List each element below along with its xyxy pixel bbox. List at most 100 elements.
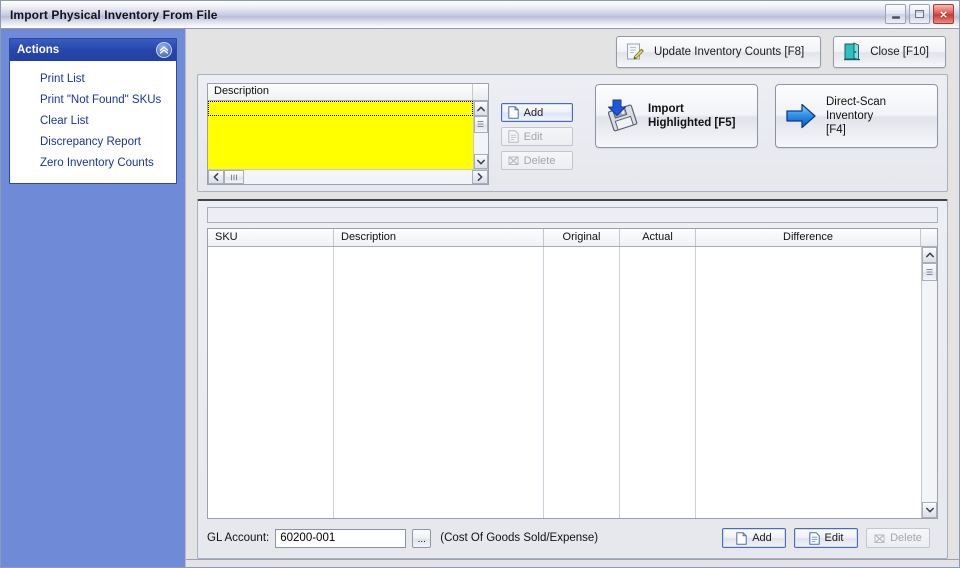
window-footer [186,559,959,567]
import-highlighted-line2: Highlighted [F5] [648,117,736,129]
inventory-column-actual[interactable] [620,247,696,518]
inventory-scroll-track[interactable] [922,281,937,502]
description-horizontal-scrollbar[interactable] [208,169,488,184]
import-highlighted-label: Import Highlighted [F5] [648,102,736,130]
inventory-column-description[interactable] [334,247,544,518]
description-grid-rows[interactable] [208,101,473,169]
import-highlighted-button[interactable]: Import Highlighted [F5] [595,84,758,148]
inventory-add-button[interactable]: Add [722,528,786,548]
import-action-buttons: Import Highlighted [F5] Direct-Scan Inve… [595,84,938,148]
inventory-vertical-scrollbar[interactable] [921,247,937,518]
inventory-column-sku[interactable] [208,247,334,518]
scroll-right-icon[interactable] [471,170,488,184]
description-scroll-track[interactable] [473,133,488,154]
inventory-edit-button[interactable]: Edit [794,528,858,548]
inventory-filter-bar[interactable] [207,207,938,223]
description-add-button[interactable]: Add [500,103,573,122]
description-delete-label: Delete [523,154,556,167]
screenshot-root: Import Physical Inventory From File × Ac… [0,0,960,568]
exit-door-icon [844,42,861,61]
description-grid-header: Description [208,84,488,101]
description-grid[interactable]: Description [207,83,489,185]
import-highlighted-line1: Import [648,103,684,115]
sidebar-item-print-list[interactable]: Print List [10,69,176,90]
gl-account-browse-button[interactable]: ... [412,528,432,548]
inventory-table-columns [208,247,921,518]
direct-scan-inventory-label: Direct-Scan Inventory [F4] [826,95,929,137]
inventory-table-header-corner [921,229,937,246]
column-header-sku[interactable]: SKU [208,229,334,246]
update-inventory-counts-button[interactable]: Update Inventory Counts [F8] [615,35,822,68]
maximize-button[interactable] [909,4,930,24]
window-controls: × [885,4,954,24]
new-document-icon [736,531,747,545]
close-dialog-label: Close [F10] [870,45,929,58]
description-column-header[interactable]: Description [208,84,473,100]
sidebar-item-print-not-found-skus[interactable]: Print "Not Found" SKUs [10,90,176,111]
description-edit-button[interactable]: Edit [500,127,573,146]
inventory-delete-label: Delete [890,532,922,544]
new-document-icon [507,106,519,119]
description-add-label: Add [523,106,544,119]
column-header-description[interactable]: Description [334,229,544,246]
inventory-delete-button[interactable]: Delete [866,528,930,548]
gl-account-input[interactable] [275,528,407,548]
inventory-scroll-down-icon[interactable] [922,502,937,518]
description-scroll-thumb[interactable] [473,116,488,133]
edit-document-icon [808,531,820,545]
inventory-column-difference[interactable] [696,247,921,518]
maximize-icon [915,10,924,18]
gl-account-label: GL Account: [207,532,270,544]
minimize-button[interactable] [885,4,906,24]
sidebar-item-zero-inventory-counts[interactable]: Zero Inventory Counts [10,153,176,174]
description-selected-row[interactable] [208,101,473,116]
chevron-double-up-icon[interactable] [156,42,172,58]
inventory-add-label: Add [752,532,772,544]
sidebar-item-discrepancy-report[interactable]: Discrepancy Report [10,132,176,153]
gl-account-toolbar: GL Account: ... (Cost Of Goods Sold/Expe… [207,525,938,551]
blue-right-arrow-icon [786,103,816,129]
inventory-scroll-thumb[interactable] [922,263,937,281]
application-window: Import Physical Inventory From File × Ac… [0,0,960,568]
description-edit-label: Edit [523,130,543,143]
floppy-import-icon [607,99,638,132]
scroll-up-icon[interactable] [473,101,488,116]
gl-account-note: (Cost Of Goods Sold/Expense) [440,532,599,544]
scroll-left-icon[interactable] [208,170,224,184]
description-delete-button[interactable]: Delete [500,151,573,170]
column-header-difference[interactable]: Difference [696,229,921,246]
inventory-table-body [208,247,937,518]
inventory-results-panel: SKU Description Original Actual Differen… [197,199,948,559]
direct-scan-inventory-button[interactable]: Direct-Scan Inventory [F4] [775,84,938,148]
description-vertical-scrollbar[interactable] [472,101,488,169]
window-body: Actions Print List Print "Not Found" SKU… [1,29,959,567]
actions-sidebar: Actions Print List Print "Not Found" SKU… [1,29,186,567]
column-header-original[interactable]: Original [544,229,620,246]
delete-x-icon [508,156,519,165]
description-hscroll-track[interactable] [244,170,472,184]
description-row-actions: Add Edit Delete [500,103,573,170]
sidebar-item-clear-list[interactable]: Clear List [10,111,176,132]
pencil-edit-icon [626,43,644,60]
description-grid-body [208,101,488,169]
inventory-table[interactable]: SKU Description Original Actual Differen… [207,228,938,519]
actions-link-list: Print List Print "Not Found" SKUs Clear … [10,61,176,183]
actions-panel-header: Actions [10,39,176,61]
close-dialog-button[interactable]: Close [F10] [833,35,946,68]
title-bar: Import Physical Inventory From File × [1,1,959,29]
direct-scan-line1: Direct-Scan Inventory [826,96,887,122]
scroll-down-icon[interactable] [473,154,488,169]
update-inventory-counts-label: Update Inventory Counts [F8] [653,45,805,58]
inventory-column-original[interactable] [544,247,620,518]
actions-panel: Actions Print List Print "Not Found" SKU… [9,38,177,184]
minimize-icon [891,15,900,19]
inventory-scroll-up-icon[interactable] [922,247,937,263]
grid-header-corner [472,84,488,100]
window-title: Import Physical Inventory From File [10,7,218,22]
column-header-actual[interactable]: Actual [620,229,696,246]
import-source-panel: Description Add Edit Delete Import Highl… [197,74,948,192]
command-toolbar: Update Inventory Counts [F8] Close [F10] [186,29,959,74]
edit-document-icon [507,130,519,143]
close-window-button[interactable]: × [933,4,954,24]
description-hscroll-thumb[interactable] [224,170,244,184]
